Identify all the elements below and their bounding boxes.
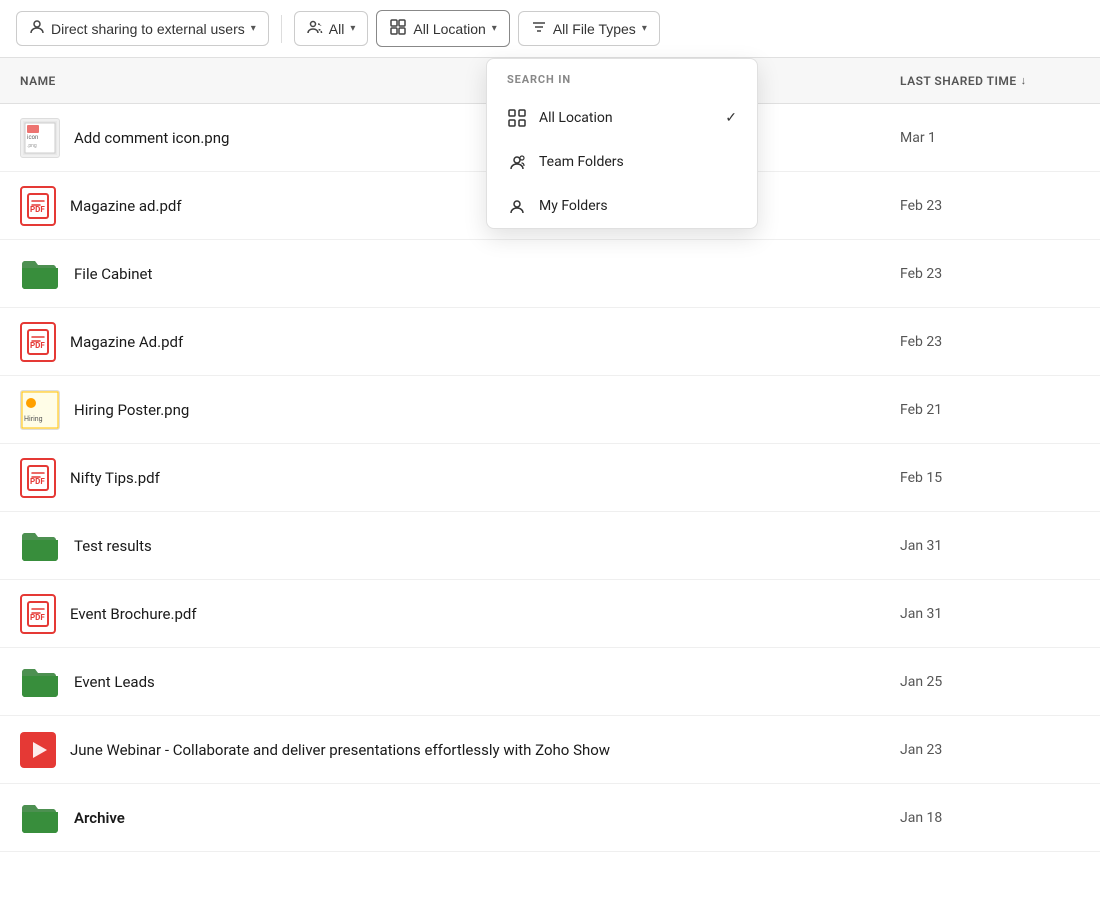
row-name-cell: Test results xyxy=(20,528,900,564)
my-folders-label: My Folders xyxy=(539,198,608,214)
presentation-icon xyxy=(20,732,56,768)
dropdown-item-all-location[interactable]: All Location ✓ xyxy=(487,96,757,140)
row-date: Jan 18 xyxy=(900,810,1080,826)
file-name: Magazine ad.pdf xyxy=(70,197,182,215)
pdf-icon: PDF xyxy=(20,458,56,498)
svg-text:icon: icon xyxy=(27,134,38,141)
row-date: Jan 31 xyxy=(900,538,1080,554)
my-folders-icon xyxy=(507,196,527,216)
svg-text:PDF: PDF xyxy=(30,613,45,622)
column-date-header: LAST SHARED TIME ↓ xyxy=(900,74,1080,88)
row-name-cell: PDF Nifty Tips.pdf xyxy=(20,458,900,498)
table-row[interactable]: PDF Event Brochure.pdf Jan 31 xyxy=(0,580,1100,648)
row-name-cell: PDF Magazine ad.pdf xyxy=(20,186,900,226)
sort-desc-icon: ↓ xyxy=(1021,74,1027,87)
image-icon: icon .png xyxy=(20,118,60,158)
all-location-label: All Location xyxy=(539,110,613,126)
sharing-filter-label: Direct sharing to external users xyxy=(51,21,245,37)
dropdown-header: SEARCH IN xyxy=(487,59,757,96)
all-location-icon xyxy=(507,108,527,128)
folder-icon xyxy=(20,664,60,700)
column-name-header: NAME xyxy=(20,74,900,88)
dropdown-item-my-folders[interactable]: My Folders xyxy=(487,184,757,228)
check-icon: ✓ xyxy=(725,110,737,126)
location-dropdown: SEARCH IN All Location ✓ Team Folders xyxy=(486,58,758,229)
file-name: Test results xyxy=(74,537,152,555)
file-name: File Cabinet xyxy=(74,265,152,283)
toolbar: Direct sharing to external users ▾ All ▾… xyxy=(0,0,1100,58)
dropdown-item-team-folders[interactable]: Team Folders xyxy=(487,140,757,184)
row-name-cell: June Webinar - Collaborate and deliver p… xyxy=(20,732,900,768)
pdf-icon: PDF xyxy=(20,322,56,362)
row-name-cell: Event Leads xyxy=(20,664,900,700)
row-date: Jan 23 xyxy=(900,742,1080,758)
row-name-cell: PDF Magazine Ad.pdf xyxy=(20,322,900,362)
file-name: Event Brochure.pdf xyxy=(70,605,197,623)
svg-text:Hiring: Hiring xyxy=(24,415,43,423)
all-filter-button[interactable]: All ▾ xyxy=(294,11,369,46)
folder-icon xyxy=(20,800,60,836)
folder-icon xyxy=(20,528,60,564)
table-row[interactable]: File Cabinet Feb 23 xyxy=(0,240,1100,308)
row-date: Jan 25 xyxy=(900,674,1080,690)
svg-text:PDF: PDF xyxy=(30,477,45,486)
file-name: Hiring Poster.png xyxy=(74,401,189,419)
all-filter-label: All xyxy=(329,21,345,37)
row-name-cell: PDF Event Brochure.pdf xyxy=(20,594,900,634)
table-row[interactable]: June Webinar - Collaborate and deliver p… xyxy=(0,716,1100,784)
table-row[interactable]: Test results Jan 31 xyxy=(0,512,1100,580)
table-row[interactable]: Hiring Hiring Poster.png Feb 21 xyxy=(0,376,1100,444)
file-type-filter-label: All File Types xyxy=(553,21,636,37)
file-name: Add comment icon.png xyxy=(74,129,229,147)
row-date: Feb 15 xyxy=(900,470,1080,486)
file-name: June Webinar - Collaborate and deliver p… xyxy=(70,741,610,759)
table-row[interactable]: Archive Jan 18 xyxy=(0,784,1100,852)
file-name: Magazine Ad.pdf xyxy=(70,333,183,351)
location-icon xyxy=(389,18,407,39)
hiring-poster-icon: Hiring xyxy=(20,390,60,430)
table-row[interactable]: PDF Nifty Tips.pdf Feb 15 xyxy=(0,444,1100,512)
row-name-cell: Archive xyxy=(20,800,900,836)
file-name: Nifty Tips.pdf xyxy=(70,469,160,487)
row-date: Feb 23 xyxy=(900,266,1080,282)
folder-icon xyxy=(20,256,60,292)
filter-icon xyxy=(531,19,547,38)
file-name: Archive xyxy=(74,809,125,827)
row-name-cell: File Cabinet xyxy=(20,256,900,292)
pdf-icon: PDF xyxy=(20,186,56,226)
row-date: Mar 1 xyxy=(900,130,1080,146)
pdf-icon: PDF xyxy=(20,594,56,634)
file-name: Event Leads xyxy=(74,673,155,691)
team-folders-icon xyxy=(507,152,527,172)
row-date: Jan 31 xyxy=(900,606,1080,622)
svg-text:.png: .png xyxy=(27,143,37,149)
location-filter-label: All Location xyxy=(413,21,485,37)
row-date: Feb 21 xyxy=(900,402,1080,418)
file-type-filter-button[interactable]: All File Types ▾ xyxy=(518,11,660,46)
row-date: Feb 23 xyxy=(900,198,1080,214)
toolbar-divider xyxy=(281,15,282,43)
chevron-down-icon: ▾ xyxy=(251,23,256,34)
location-filter-button[interactable]: All Location ▾ xyxy=(376,10,509,47)
sharing-filter-button[interactable]: Direct sharing to external users ▾ xyxy=(16,11,269,46)
person-icon xyxy=(29,19,45,38)
all-users-icon xyxy=(307,19,323,38)
svg-text:PDF: PDF xyxy=(30,205,45,214)
row-date: Feb 23 xyxy=(900,334,1080,350)
row-name-cell: Hiring Hiring Poster.png xyxy=(20,390,900,430)
table-row[interactable]: PDF Magazine Ad.pdf Feb 23 xyxy=(0,308,1100,376)
chevron-down-icon-3: ▾ xyxy=(492,23,497,34)
chevron-down-icon-4: ▾ xyxy=(642,23,647,34)
svg-text:PDF: PDF xyxy=(30,341,45,350)
table-row[interactable]: Event Leads Jan 25 xyxy=(0,648,1100,716)
chevron-down-icon-2: ▾ xyxy=(350,23,355,34)
team-folders-label: Team Folders xyxy=(539,154,624,170)
row-name-cell: icon .png Add comment icon.png xyxy=(20,118,900,158)
